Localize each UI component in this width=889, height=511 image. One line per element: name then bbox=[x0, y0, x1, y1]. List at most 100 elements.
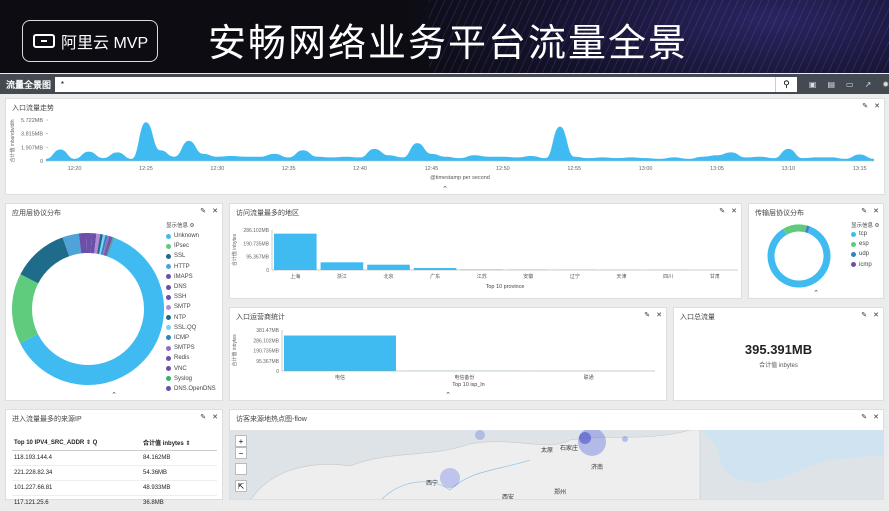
legend-item[interactable]: ICMP bbox=[166, 333, 220, 343]
panel-total: 入口总流量 ✎✕ 395.391MB 合计值 inbytes bbox=[673, 307, 884, 401]
panel-region: 访问流量最多的地区 ✎✕ 上海浙江北京广东江苏安徽辽宁天津四川甘肃286.102… bbox=[229, 203, 742, 299]
legend-label: SMTPS bbox=[174, 345, 195, 351]
zoom-out-button[interactable]: − bbox=[235, 447, 247, 459]
legend-label: Redis bbox=[174, 355, 189, 361]
legend-label: DNS.OpenDNS bbox=[174, 386, 216, 392]
legend-item[interactable]: IPsec bbox=[166, 241, 220, 251]
close-icon[interactable]: ✕ bbox=[873, 311, 879, 319]
legend-item[interactable]: VNC bbox=[166, 363, 220, 373]
close-icon[interactable]: ✕ bbox=[731, 207, 737, 215]
ip-cell[interactable]: 101.227.66.81 bbox=[12, 481, 141, 496]
legend-item[interactable]: icmp bbox=[851, 260, 885, 270]
panel-tools: ✎✕ bbox=[862, 102, 880, 110]
ip-cell[interactable]: 117.121.25.6 bbox=[12, 496, 141, 511]
panel-tools: ✎✕ bbox=[644, 311, 662, 319]
legend-label: Syslog bbox=[174, 376, 192, 382]
dashboard-toolbar: 流量全景图 ⚲ ▣ ▤ ▭ ↗ ✹ bbox=[0, 74, 889, 94]
x-tick-label: 12:40 bbox=[353, 166, 367, 172]
y-tick-label: 3.815MB bbox=[21, 132, 43, 138]
panel-title: 入口总流量 bbox=[680, 312, 715, 322]
trend-area bbox=[46, 122, 874, 161]
map-city-label: 西安 bbox=[502, 492, 514, 500]
map-draw-button[interactable] bbox=[235, 463, 247, 475]
legend-item[interactable]: SMTPS bbox=[166, 343, 220, 353]
panel-tools: ✎✕ bbox=[719, 207, 737, 215]
legend-item[interactable]: SMTP bbox=[166, 302, 220, 312]
legend-item[interactable]: SSH bbox=[166, 292, 220, 302]
legend-swatch bbox=[851, 252, 856, 257]
fit-bounds-button[interactable]: ⇱ bbox=[235, 480, 247, 492]
x-tick-label: 13:00 bbox=[639, 166, 653, 172]
close-icon[interactable]: ✕ bbox=[873, 413, 879, 421]
close-icon[interactable]: ✕ bbox=[212, 413, 218, 421]
close-icon[interactable]: ✕ bbox=[873, 207, 879, 215]
y-tick-label: 381.47MB bbox=[256, 328, 279, 334]
x-tick-label: 13:10 bbox=[781, 166, 795, 172]
x-tick-label: 辽宁 bbox=[570, 273, 580, 280]
gear-icon[interactable]: ✹ bbox=[882, 80, 889, 89]
x-tick-label: 甘肃 bbox=[710, 273, 720, 280]
legend-swatch bbox=[166, 274, 171, 279]
legend-swatch bbox=[166, 386, 171, 391]
x-axis-label: Top 10 isp_ln bbox=[452, 382, 484, 388]
panel-app-protocol: 应用层协议分布 ✎✕ 显示信息 ⚙ UnknownIPsecSSLHTTPIMA… bbox=[5, 203, 223, 401]
share-icon[interactable]: ↗ bbox=[865, 80, 872, 89]
zoom-in-button[interactable]: + bbox=[235, 435, 247, 447]
ip-cell[interactable]: 221.228.82.34 bbox=[12, 466, 141, 481]
legend-item[interactable]: DNS bbox=[166, 282, 220, 292]
map-canvas[interactable]: 太原 石家庄 济南 西宁 郑州 西安 bbox=[230, 430, 884, 500]
close-icon[interactable]: ✕ bbox=[212, 207, 218, 215]
map-city-label: 太原 bbox=[541, 445, 553, 454]
y-tick-label: 0 bbox=[276, 369, 279, 375]
legend-swatch bbox=[851, 242, 856, 247]
legend-item[interactable]: SSL.QQ bbox=[166, 323, 220, 333]
edit-icon[interactable]: ✎ bbox=[719, 207, 725, 215]
y-tick-label: 0 bbox=[266, 268, 269, 274]
legend-item[interactable]: Unknown bbox=[166, 231, 220, 241]
x-tick-label: 12:45 bbox=[425, 166, 439, 172]
query-input[interactable] bbox=[55, 77, 775, 92]
legend-item[interactable]: DNS.OpenDNS bbox=[166, 384, 220, 394]
legend-swatch bbox=[166, 264, 171, 269]
edit-icon[interactable]: ✎ bbox=[200, 413, 206, 421]
edit-icon[interactable]: ✎ bbox=[861, 207, 867, 215]
transport-legend: 显示信息 ⚙ tcpespudp icmp bbox=[851, 221, 885, 270]
save-icon[interactable]: ▤ bbox=[827, 80, 835, 89]
x-tick-label: 广东 bbox=[430, 273, 440, 280]
legend-item[interactable]: Syslog bbox=[166, 374, 220, 384]
legend-item[interactable]: esp bbox=[851, 239, 885, 249]
collapse-icon[interactable]: ⌃ bbox=[445, 391, 451, 399]
ip-cell[interactable]: 118.193.144.4 bbox=[12, 451, 141, 466]
close-icon[interactable]: ✕ bbox=[656, 311, 662, 319]
column-header-inbytes[interactable]: 合计值 inbytes ⇕ bbox=[141, 435, 217, 451]
edit-icon[interactable]: ✎ bbox=[861, 413, 867, 421]
bytes-cell: 54.36MB bbox=[141, 466, 217, 481]
total-label: 合计值 inbytes bbox=[674, 360, 883, 369]
edit-icon[interactable]: ✎ bbox=[862, 102, 868, 110]
close-icon[interactable]: ✕ bbox=[874, 102, 880, 110]
legend-title[interactable]: 显示信息 ⚙ bbox=[166, 221, 220, 229]
legend-item[interactable]: tcp bbox=[851, 229, 885, 239]
x-tick-label: 四川 bbox=[663, 274, 673, 280]
legend-item[interactable]: HTTP bbox=[166, 262, 220, 272]
edit-icon[interactable]: ✎ bbox=[861, 311, 867, 319]
y-tick-label: 190.735MB bbox=[243, 241, 269, 247]
open-icon[interactable]: ▭ bbox=[846, 80, 854, 89]
edit-icon[interactable]: ✎ bbox=[200, 207, 206, 215]
legend-label: icmp bbox=[859, 262, 872, 268]
legend-item[interactable]: NTP bbox=[166, 313, 220, 323]
column-header-src-addr[interactable]: Top 10 IPV4_SRC_ADDR ⇕ Q bbox=[12, 435, 141, 451]
collapse-icon[interactable]: ⌃ bbox=[442, 185, 448, 193]
search-button[interactable]: ⚲ bbox=[775, 77, 797, 92]
legend-title[interactable]: 显示信息 ⚙ bbox=[851, 221, 885, 229]
legend-item[interactable]: SSL bbox=[166, 251, 220, 261]
x-tick-label: 江苏 bbox=[477, 273, 487, 280]
collapse-icon[interactable]: ⌃ bbox=[813, 289, 819, 297]
y-tick-label: 1.907MB bbox=[21, 145, 43, 151]
legend-item[interactable]: Redis bbox=[166, 353, 220, 363]
collapse-icon[interactable]: ⌃ bbox=[111, 391, 117, 399]
new-icon[interactable]: ▣ bbox=[809, 80, 817, 89]
legend-item[interactable]: udp bbox=[851, 249, 885, 259]
legend-item[interactable]: IMAPS bbox=[166, 272, 220, 282]
edit-icon[interactable]: ✎ bbox=[644, 311, 650, 319]
